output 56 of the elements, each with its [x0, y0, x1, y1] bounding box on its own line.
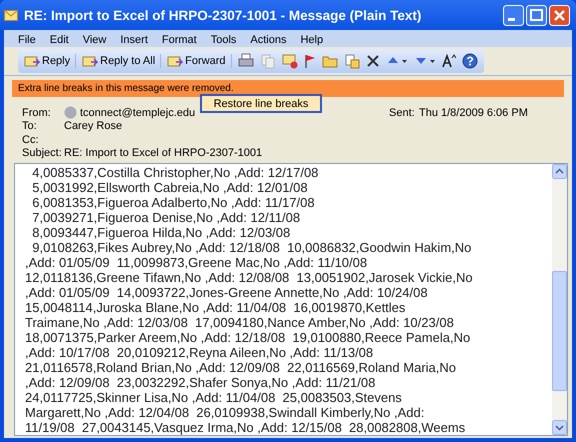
- subject-text: RE: Import to Excel of HRPO-2307-1001: [64, 147, 262, 160]
- body-text-line: 4,0085337,Costilla Christopher,No ,Add: 12/17/08: [31, 165, 320, 180]
- body-text-line: Margarett,No ,Add: 12/04/08 26,0109938,Swindall Kimberly,No ,Add:: [25, 405, 426, 420]
- field-label: Cc:: [22, 134, 40, 146]
- body-text-line: 8,0093447,Figueroa Hilda,No ,Add: 12/03/08: [31, 225, 292, 240]
- menu-item[interactable]: Actions: [250, 34, 286, 46]
- window-title: RE: Import to Excel of HRPO-2307-1001 - Message (Plain Text): [24, 8, 422, 22]
- recipient: Carey Rose: [64, 120, 122, 132]
- body-text-line: 9,0108263,Fikes Aubrey,No ,Add: 12/18/08 10,0086832,Goodwin Hakim,No: [31, 240, 472, 255]
- envelope-delete-icon[interactable]: [282, 53, 298, 69]
- menu-item[interactable]: Tools: [210, 34, 236, 46]
- menu-item[interactable]: Insert: [120, 34, 148, 46]
- restore-line-breaks-button[interactable]: Restore line breaks: [200, 94, 322, 113]
- scroll-up-icon[interactable]: [552, 164, 567, 179]
- menu-item[interactable]: Edit: [50, 34, 69, 46]
- scrollbar[interactable]: [552, 164, 567, 435]
- body-text-line: 18,0071375,Parker Areem,No ,Add: 12/18/08 19,0100880,Reece Pamela,No: [25, 330, 472, 345]
- body-text-line: 11/19/08 27,0043145,Vasquez Irma,No ,Add: 12/15/08 28,0082808,Weems: [25, 420, 466, 435]
- close-icon[interactable]: [549, 4, 570, 26]
- toolbar-button[interactable]: Reply to All: [82, 54, 162, 68]
- flag-icon[interactable]: [304, 53, 316, 69]
- body-text-line: 7,0039271,Figueroa Denise,No ,Add: 12/11/08: [31, 210, 302, 225]
- body-text-line: 15,0048114,Juroska Blane,No ,Add: 11/04/08 16,0019870,Kettles: [25, 300, 406, 315]
- menu-item[interactable]: Help: [300, 34, 324, 46]
- body-text-line: 24,0117725,Skinner Lisa,No ,Add: 11/04/08 25,0083503,Stevens: [25, 390, 403, 405]
- body-text-line: 21,0116578,Roland Brian,No ,Add: 12/09/08 22,0116569,Roland Maria,No: [25, 360, 457, 375]
- scroll-thumb[interactable]: [552, 270, 567, 392]
- envelope-icon: [4, 10, 18, 20]
- body-text-line: Traimane,No ,Add: 12/03/08 17,0094180,Nance Amber,No ,Add: 10/23/08: [25, 315, 455, 330]
- body-text-line: ,Add: 12/09/08 23,0032292,Shafer Sonya,No ,Add: 11/21/08: [25, 375, 376, 390]
- field-label: Subject:: [22, 147, 63, 160]
- body-text-line: ,Add: 01/05/09 14,0093722,Jones-Greene Annette,No ,Add: 10/24/08: [25, 285, 429, 300]
- toolbar-button[interactable]: Reply: [24, 54, 76, 68]
- menu-item[interactable]: File: [18, 34, 36, 46]
- menu-item[interactable]: View: [82, 34, 106, 46]
- scroll-down-icon[interactable]: [552, 420, 567, 435]
- menu-item[interactable]: Format: [162, 34, 197, 46]
- body-text-line: 5,0031992,Ellsworth Cabreia,No ,Add: 12/01/08: [31, 180, 309, 195]
- field-label: From:: [22, 106, 52, 119]
- sent-date: Thu 1/8/2009 6:06 PM: [419, 106, 528, 119]
- delete-icon[interactable]: [366, 54, 380, 68]
- minimize-icon[interactable]: [503, 4, 524, 26]
- sender-address: tconnect@templejc.edu: [80, 106, 196, 119]
- printer-icon[interactable]: [238, 53, 254, 69]
- toolbar-button[interactable]: Forward: [167, 54, 232, 68]
- contact-icon: [64, 106, 77, 120]
- body-text-line: 6,0081353,Figueroa Adalberto,No ,Add: 11/17/08: [31, 195, 316, 210]
- field-label: To:: [22, 120, 38, 132]
- body-text-line: ,Add: 01/05/09 11,0099873,Greene Mac,No ,Add: 11/10/08: [25, 255, 368, 270]
- info-message: Extra line breaks in this message were removed.: [18, 83, 234, 94]
- maximize-icon[interactable]: [526, 4, 547, 26]
- help-icon[interactable]: [462, 53, 478, 69]
- body-text-line: 12,0118136,Greene Tifawn,No ,Add: 12/08/08 13,0051902,Jarosek Vickie,No: [25, 270, 474, 285]
- font-size-icon[interactable]: [442, 54, 456, 68]
- field-label: Sent:: [389, 106, 416, 119]
- body-text-line: ,Add: 10/17/08 20,0109212,Reyna Aileen,No ,Add: 11/13/08: [25, 345, 374, 360]
